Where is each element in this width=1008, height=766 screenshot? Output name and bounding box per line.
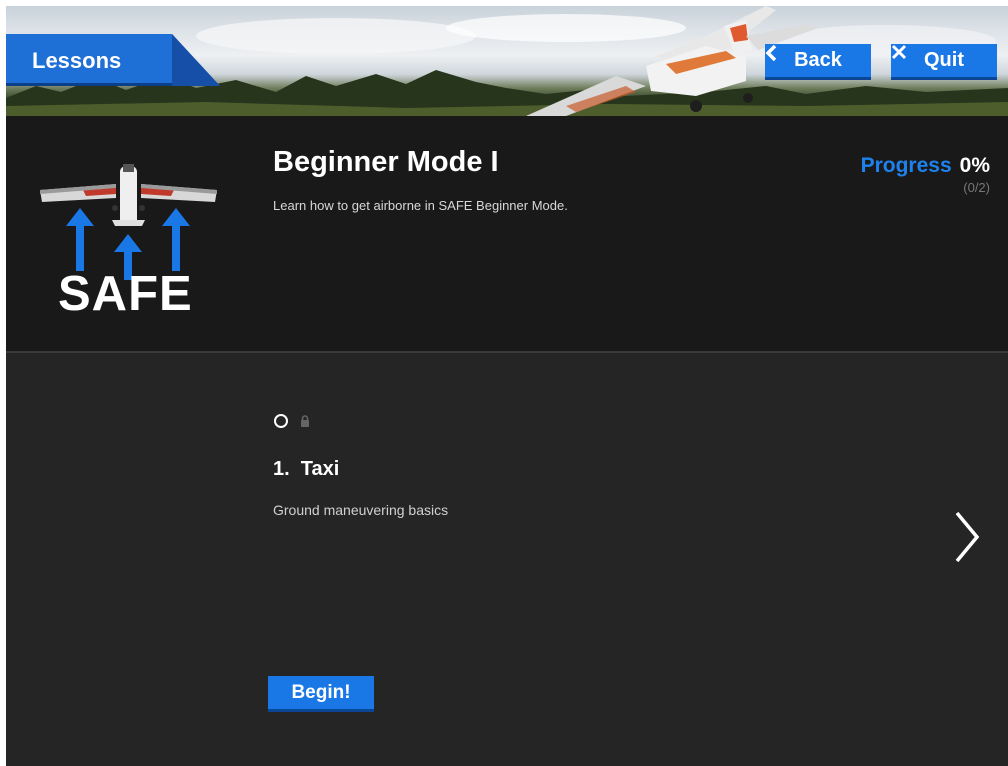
course-title: Beginner Mode I bbox=[273, 146, 499, 178]
course-header: SAFE Beginner Mode I Learn how to get ai… bbox=[6, 116, 1008, 351]
progress-label: Progress bbox=[860, 154, 952, 177]
app-window: Lessons Back Quit SAFE Beginner Mode I L… bbox=[6, 6, 1008, 766]
close-icon bbox=[891, 44, 907, 60]
lessons-tab-label: Lessons bbox=[32, 48, 122, 73]
quit-button-label: Quit bbox=[924, 49, 964, 71]
course-description: Learn how to get airborne in SAFE Beginn… bbox=[273, 198, 568, 213]
quit-button[interactable]: Quit bbox=[891, 44, 997, 80]
lesson-status bbox=[274, 414, 310, 428]
begin-button[interactable]: Begin! bbox=[268, 676, 374, 712]
back-button[interactable]: Back bbox=[765, 44, 871, 80]
header-divider bbox=[6, 351, 1008, 353]
banner-image: Lessons Back Quit bbox=[6, 6, 1008, 116]
progress-value: 0% bbox=[959, 154, 990, 177]
lock-icon bbox=[301, 415, 309, 427]
chevron-right-icon[interactable] bbox=[952, 509, 982, 565]
progress-count: (0/2) bbox=[963, 180, 990, 195]
progress-indicator: Progress 0% (0/2) bbox=[861, 154, 990, 195]
back-button-label: Back bbox=[794, 49, 842, 71]
circle-icon bbox=[274, 414, 288, 428]
lesson-description: Ground maneuvering basics bbox=[273, 502, 449, 518]
chevron-left-icon bbox=[765, 44, 777, 62]
safe-logo-text: SAFE bbox=[58, 267, 193, 321]
lesson-title: 1. Taxi bbox=[273, 458, 340, 480]
